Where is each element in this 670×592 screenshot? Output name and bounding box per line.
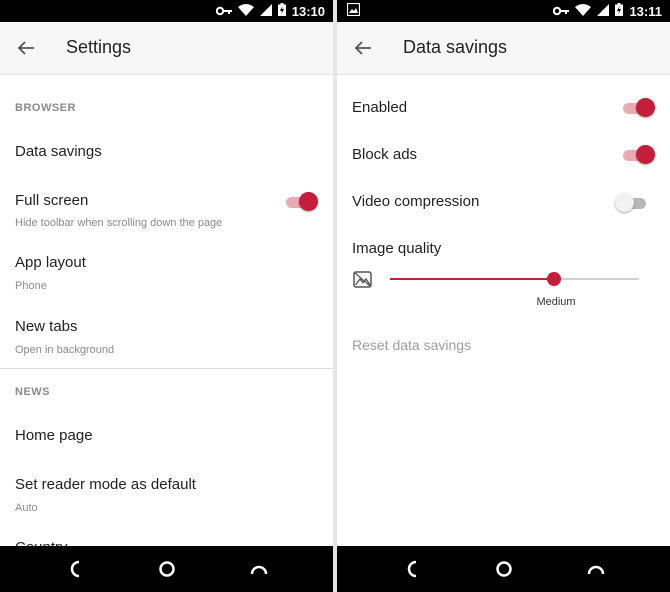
status-bar: 13:10: [0, 0, 333, 22]
toggle-thumb: [636, 98, 655, 117]
enabled-toggle[interactable]: [623, 97, 655, 119]
setting-app-layout-summary: Phone: [15, 280, 47, 292]
video-compression-toggle[interactable]: [615, 192, 648, 214]
back-arrow-icon[interactable]: [351, 36, 375, 60]
app-bar: Data savings: [337, 22, 670, 75]
nav-recents-icon[interactable]: [250, 560, 268, 578]
image-icon: [353, 271, 373, 294]
setting-home-page[interactable]: Home page: [15, 427, 93, 444]
setting-reader-mode[interactable]: Set reader mode as default: [15, 476, 196, 493]
nav-home-icon[interactable]: [495, 560, 513, 578]
image-quality-slider[interactable]: [390, 268, 639, 290]
signal-icon: [259, 3, 272, 19]
full-screen-toggle[interactable]: [286, 191, 318, 213]
reset-data-savings-button[interactable]: Reset data savings: [352, 337, 471, 353]
nav-home-icon[interactable]: [158, 560, 176, 578]
nav-bar: [337, 546, 670, 592]
image-quality-value: Medium: [536, 296, 576, 308]
section-header-news: NEWS: [15, 386, 50, 398]
setting-image-quality: Image quality: [352, 240, 442, 257]
setting-enabled[interactable]: Enabled: [352, 99, 407, 116]
app-bar: Settings: [0, 22, 333, 75]
setting-block-ads[interactable]: Block ads: [352, 146, 417, 163]
page-title: Settings: [66, 37, 132, 57]
battery-icon: [615, 3, 624, 19]
status-time: 13:10: [291, 3, 325, 19]
data-savings-screen: 13:11 Data savings Enabled Block ads Vid…: [337, 0, 670, 592]
section-divider: [0, 368, 333, 369]
setting-reader-mode-summary: Auto: [15, 502, 38, 514]
toggle-thumb: [299, 192, 318, 211]
section-header-browser: BROWSER: [15, 102, 76, 114]
nav-bar: [0, 546, 333, 592]
wifi-icon: [237, 3, 254, 19]
setting-full-screen[interactable]: Full screen: [15, 192, 88, 209]
image-notification-icon: [346, 2, 361, 21]
setting-new-tabs-summary: Open in background: [15, 344, 115, 356]
setting-app-layout[interactable]: App layout: [15, 254, 86, 271]
vpn-key-icon: [553, 4, 570, 19]
setting-new-tabs[interactable]: New tabs: [15, 318, 78, 335]
setting-video-compression[interactable]: Video compression: [352, 193, 479, 210]
settings-screen: 13:10 Settings BROWSER Data savings Full…: [0, 0, 333, 592]
vpn-key-icon: [215, 4, 232, 19]
toggle-thumb: [636, 145, 655, 164]
setting-full-screen-summary: Hide toolbar when scrolling down the pag…: [15, 217, 223, 229]
back-arrow-icon[interactable]: [14, 36, 38, 60]
toggle-thumb: [615, 193, 634, 212]
nav-back-icon[interactable]: [66, 560, 84, 578]
battery-icon: [277, 3, 286, 19]
block-ads-toggle[interactable]: [623, 144, 655, 166]
status-time: 13:11: [629, 3, 662, 19]
page-title: Data savings: [403, 37, 508, 57]
status-bar: 13:11: [337, 0, 670, 22]
slider-thumb[interactable]: [547, 272, 561, 286]
signal-icon: [597, 3, 610, 19]
setting-data-savings[interactable]: Data savings: [15, 143, 102, 160]
wifi-icon: [575, 3, 592, 19]
slider-fill: [390, 278, 554, 280]
nav-back-icon[interactable]: [403, 560, 421, 578]
nav-recents-icon[interactable]: [587, 560, 605, 578]
